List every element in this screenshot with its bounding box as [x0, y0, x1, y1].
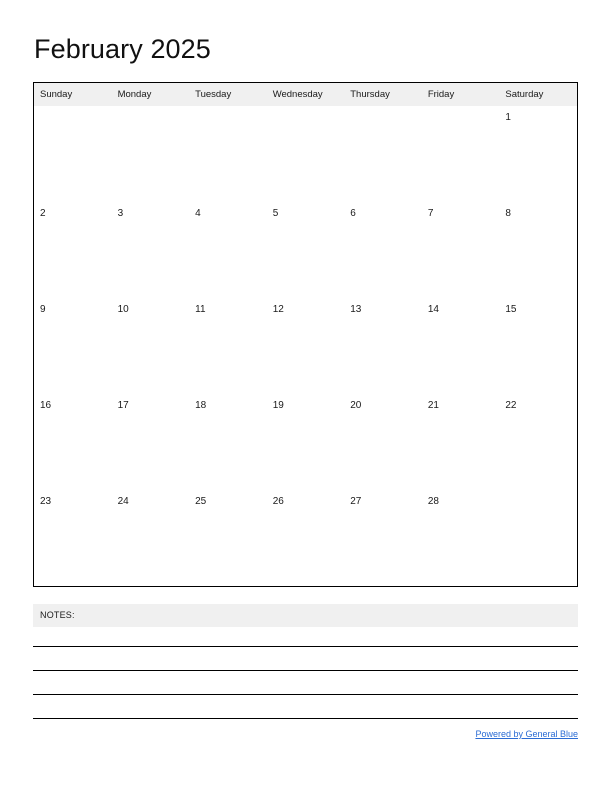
- calendar-day-cell[interactable]: 26: [266, 490, 345, 586]
- calendar-day-cell[interactable]: 6: [344, 202, 422, 298]
- calendar-header-row-group: Sunday Monday Tuesday Wednesday Thursday…: [34, 83, 577, 106]
- calendar-week-row: 9 10 11 12 13 14 15: [34, 298, 577, 394]
- calendar-day-cell[interactable]: [344, 106, 422, 202]
- calendar-day-cell[interactable]: 10: [111, 298, 190, 394]
- day-number: 23: [40, 496, 52, 507]
- calendar-day-cell[interactable]: 27: [344, 490, 422, 586]
- calendar-day-cell[interactable]: 11: [189, 298, 267, 394]
- calendar-day-cell[interactable]: 8: [499, 202, 577, 298]
- day-number: 22: [505, 400, 517, 411]
- weekday-header-thursday: Thursday: [344, 83, 422, 106]
- notes-writing-line[interactable]: [33, 670, 578, 671]
- calendar-day-cell[interactable]: 2: [34, 202, 112, 298]
- day-number: 12: [272, 304, 284, 315]
- day-number: 6: [350, 208, 356, 219]
- calendar-day-cell[interactable]: 17: [111, 394, 190, 490]
- page-title: February 2025: [34, 34, 211, 64]
- calendar-day-cell[interactable]: [266, 106, 345, 202]
- notes-writing-line[interactable]: [33, 646, 578, 647]
- calendar-day-cell[interactable]: 4: [189, 202, 267, 298]
- day-number: 24: [117, 496, 129, 507]
- calendar-day-cell[interactable]: 24: [111, 490, 190, 586]
- calendar-day-cell[interactable]: [421, 106, 500, 202]
- notes-writing-line[interactable]: [33, 694, 578, 695]
- calendar-day-cell[interactable]: 19: [266, 394, 345, 490]
- day-number: 18: [195, 400, 207, 411]
- calendar-week-row: 16 17 18 19 20 21 22: [34, 394, 577, 490]
- calendar-week-row: 2 3 4 5 6 7 8: [34, 202, 577, 298]
- weekday-header-saturday: Saturday: [499, 83, 577, 106]
- calendar-day-cell[interactable]: [34, 106, 112, 202]
- day-number: 4: [195, 208, 201, 219]
- day-number: 9: [40, 304, 46, 315]
- day-number: 20: [350, 400, 362, 411]
- calendar-day-cell[interactable]: 9: [34, 298, 112, 394]
- calendar-day-cell[interactable]: 7: [421, 202, 500, 298]
- day-number: 14: [427, 304, 439, 315]
- calendar-grid: Sunday Monday Tuesday Wednesday Thursday…: [33, 82, 578, 587]
- powered-by-link[interactable]: Powered by General Blue: [475, 729, 578, 739]
- day-number: 16: [40, 400, 52, 411]
- day-number: 8: [505, 208, 511, 219]
- day-number: 21: [427, 400, 439, 411]
- weekday-header-monday: Monday: [111, 83, 190, 106]
- day-number: 10: [117, 304, 129, 315]
- notes-label: NOTES:: [40, 610, 75, 620]
- calendar-day-cell[interactable]: 16: [34, 394, 112, 490]
- calendar-day-cell[interactable]: 18: [189, 394, 267, 490]
- calendar-week-row: 23 24 25 26 27 28: [34, 490, 577, 586]
- day-number: 25: [195, 496, 207, 507]
- calendar-table: Sunday Monday Tuesday Wednesday Thursday…: [34, 83, 577, 586]
- calendar-day-cell[interactable]: [499, 490, 577, 586]
- calendar-day-cell[interactable]: 12: [266, 298, 345, 394]
- calendar-day-cell[interactable]: [111, 106, 190, 202]
- weekday-header-row: Sunday Monday Tuesday Wednesday Thursday…: [34, 83, 577, 106]
- day-number: 27: [350, 496, 362, 507]
- day-number: 3: [117, 208, 124, 219]
- calendar-day-cell[interactable]: 5: [266, 202, 345, 298]
- calendar-body: 1 2 3 4 5 6 7 8 9 10 11 12 13 14 15 16 1…: [34, 106, 577, 586]
- notes-header-band: NOTES:: [33, 604, 578, 627]
- calendar-day-cell[interactable]: 15: [499, 298, 577, 394]
- day-number: 5: [272, 208, 279, 219]
- calendar-day-cell[interactable]: [189, 106, 267, 202]
- day-number: 1: [505, 112, 511, 123]
- calendar-day-cell[interactable]: 20: [344, 394, 422, 490]
- calendar-day-cell[interactable]: 13: [344, 298, 422, 394]
- calendar-day-cell[interactable]: 23: [34, 490, 112, 586]
- notes-writing-line[interactable]: [33, 718, 578, 719]
- calendar-day-cell[interactable]: 14: [421, 298, 500, 394]
- weekday-header-wednesday: Wednesday: [266, 83, 345, 106]
- day-number: 19: [272, 400, 284, 411]
- day-number: 13: [350, 304, 362, 315]
- day-number: 17: [117, 400, 129, 411]
- day-number: 28: [427, 496, 439, 507]
- weekday-header-friday: Friday: [421, 83, 500, 106]
- calendar-day-cell[interactable]: 3: [111, 202, 190, 298]
- calendar-page: February 2025 Sunday Monday Tuesday Wedn…: [0, 0, 612, 792]
- calendar-day-cell[interactable]: 25: [189, 490, 267, 586]
- calendar-week-row: 1: [34, 106, 577, 202]
- weekday-header-sunday: Sunday: [34, 83, 112, 106]
- calendar-day-cell[interactable]: 21: [421, 394, 500, 490]
- calendar-day-cell[interactable]: 28: [421, 490, 500, 586]
- weekday-header-tuesday: Tuesday: [189, 83, 267, 106]
- day-number: 26: [272, 496, 284, 507]
- day-number: 11: [195, 304, 206, 315]
- day-number: 7: [427, 208, 434, 219]
- calendar-day-cell[interactable]: 1: [499, 106, 577, 202]
- calendar-day-cell[interactable]: 22: [499, 394, 577, 490]
- day-number: 2: [40, 208, 46, 219]
- day-number: 15: [505, 304, 517, 315]
